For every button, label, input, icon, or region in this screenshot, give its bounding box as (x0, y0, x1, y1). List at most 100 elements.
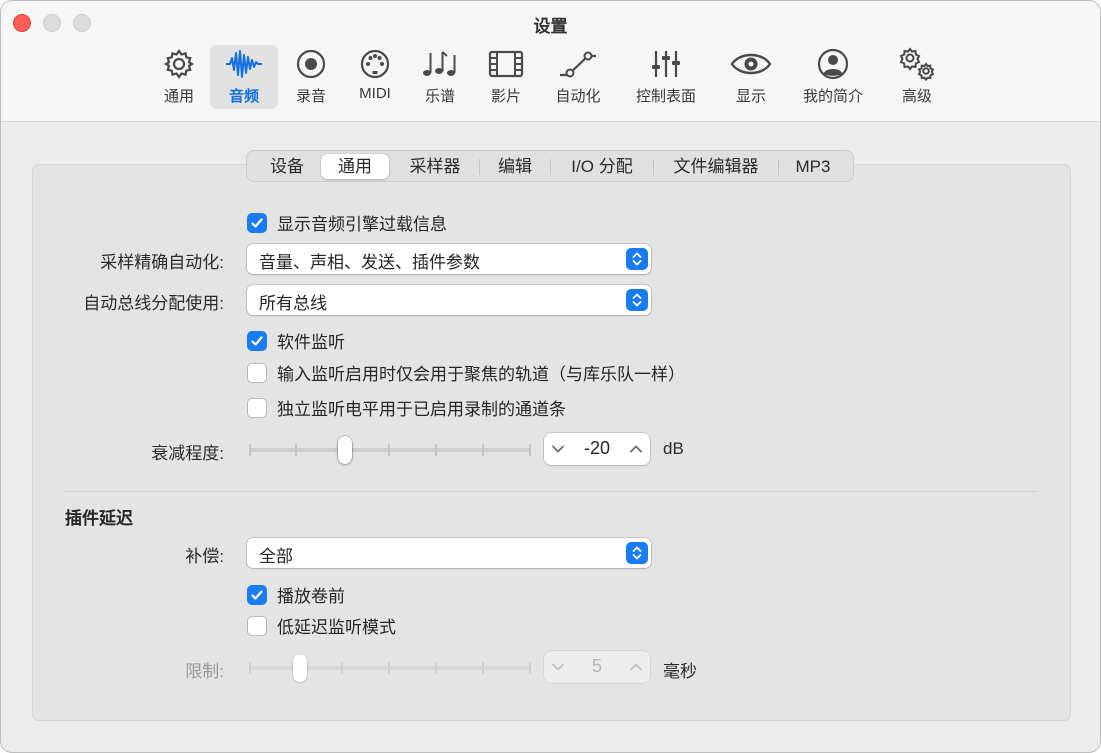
tab-file-editor[interactable]: 文件编辑器 (656, 154, 776, 179)
slider-knob[interactable] (338, 436, 352, 464)
show-overload-checkbox[interactable] (247, 213, 267, 233)
toolbar-label-recording: 录音 (296, 85, 326, 106)
toolbar-item-movie[interactable]: 影片 (479, 45, 533, 109)
window-title: 设置 (1, 12, 1100, 37)
independent-monitoring-label: 独立监听电平用于已启用录制的通道条 (277, 395, 566, 420)
toolbar-label-display: 显示 (736, 85, 766, 106)
toolbar-label-my-info: 我的简介 (803, 85, 863, 106)
show-overload-checkbox-row[interactable]: 显示音频引擎过载信息 (247, 210, 447, 235)
tab-separator (778, 159, 779, 175)
software-monitoring-checkbox[interactable] (247, 331, 267, 351)
slider-tick (529, 662, 531, 674)
auto-bus-value: 所有总线 (259, 289, 327, 314)
input-monitoring-focused-label: 输入监听启用时仅会用于聚焦的轨道（与库乐队一样） (277, 360, 685, 385)
limit-slider[interactable] (249, 653, 531, 683)
dim-level-stepper[interactable]: -20 (544, 433, 650, 465)
film-icon (488, 47, 524, 81)
auto-bus-assignment-select[interactable]: 所有总线 (247, 285, 651, 315)
midi-connector-icon (358, 47, 392, 81)
section-divider (65, 491, 1037, 492)
tab-mp3[interactable]: MP3 (781, 154, 845, 179)
auto-bus-label: 自动总线分配使用: (41, 289, 224, 314)
slider-tick (295, 444, 297, 456)
sample-accurate-value: 音量、声相、发送、插件参数 (259, 248, 480, 273)
slider-tick (435, 444, 437, 456)
toolbar-label-audio: 音频 (229, 85, 259, 106)
limit-unit: 毫秒 (663, 657, 697, 682)
tab-separator (653, 159, 654, 175)
slider-tick (249, 662, 251, 674)
chevron-up-icon[interactable] (626, 657, 646, 677)
slider-track (249, 448, 531, 452)
tab-general[interactable]: 通用 (321, 154, 389, 179)
low-latency-mode-checkbox-row[interactable]: 低延迟监听模式 (247, 613, 396, 638)
tab-editing[interactable]: 编辑 (482, 154, 548, 179)
dim-level-unit: dB (663, 439, 684, 459)
checkmark-icon (250, 588, 264, 602)
plugin-latency-heading: 插件延迟 (65, 504, 133, 529)
software-monitoring-label: 软件监听 (277, 328, 345, 353)
settings-toolbar: 通用 音频 录音 (1, 45, 1100, 111)
tab-devices[interactable]: 设备 (255, 154, 319, 179)
toolbar-label-score: 乐谱 (425, 85, 455, 106)
toolbar-label-automation: 自动化 (555, 85, 600, 106)
input-monitoring-focused-checkbox[interactable] (247, 363, 267, 383)
slider-tick (341, 662, 343, 674)
independent-monitoring-checkbox-row[interactable]: 独立监听电平用于已启用录制的通道条 (247, 395, 566, 420)
checkmark-icon (250, 216, 264, 230)
slider-tick (388, 662, 390, 674)
limit-label: 限制: (41, 657, 224, 682)
playback-preroll-checkbox[interactable] (247, 585, 267, 605)
toolbar-item-display[interactable]: 显示 (725, 45, 777, 109)
toolbar-label-midi: MIDI (359, 85, 391, 102)
eye-icon (730, 47, 772, 81)
playback-preroll-label: 播放卷前 (277, 582, 345, 607)
toolbar-item-my-info[interactable]: 我的简介 (797, 45, 869, 109)
toolbar-item-control-surfaces[interactable]: 控制表面 (629, 45, 703, 109)
updown-chevron-icon (626, 289, 648, 311)
automation-curve-icon (558, 47, 598, 81)
independent-monitoring-checkbox[interactable] (247, 398, 267, 418)
tab-sampler[interactable]: 采样器 (393, 154, 477, 179)
person-icon (816, 47, 850, 81)
sample-accurate-automation-select[interactable]: 音量、声相、发送、插件参数 (247, 244, 651, 274)
limit-stepper[interactable]: 5 (544, 651, 650, 683)
gear-icon (162, 47, 196, 81)
toolbar-item-recording[interactable]: 录音 (284, 45, 338, 109)
slider-track (249, 666, 531, 670)
dim-level-slider[interactable] (249, 435, 531, 465)
chevron-up-icon[interactable] (626, 439, 646, 459)
compensation-value: 全部 (259, 542, 293, 567)
show-overload-label: 显示音频引擎过载信息 (277, 210, 447, 235)
updown-chevron-icon (626, 248, 648, 270)
slider-tick (482, 662, 484, 674)
settings-window: 设置 通用 (0, 0, 1101, 753)
toolbar-label-movie: 影片 (491, 85, 521, 106)
toolbar-item-advanced[interactable]: 高级 (891, 45, 943, 109)
gears-icon (896, 46, 938, 82)
record-icon (294, 47, 328, 81)
playback-preroll-checkbox-row[interactable]: 播放卷前 (247, 582, 345, 607)
low-latency-mode-checkbox[interactable] (247, 616, 267, 636)
toolbar-label-general: 通用 (164, 85, 194, 106)
slider-tick (529, 444, 531, 456)
toolbar-label-control-surfaces: 控制表面 (636, 85, 696, 106)
toolbar-item-midi[interactable]: MIDI (347, 45, 403, 109)
toolbar-item-audio[interactable]: 音频 (210, 45, 278, 109)
waveform-icon (224, 47, 264, 81)
slider-knob[interactable] (293, 654, 307, 682)
input-monitoring-focused-checkbox-row[interactable]: 输入监听启用时仅会用于聚焦的轨道（与库乐队一样） (247, 360, 685, 385)
slider-tick (435, 662, 437, 674)
toolbar-item-general[interactable]: 通用 (151, 45, 207, 109)
toolbar-label-advanced: 高级 (902, 85, 932, 106)
toolbar-item-automation[interactable]: 自动化 (547, 45, 609, 109)
toolbar-item-score[interactable]: 乐谱 (413, 45, 467, 109)
checkmark-icon (250, 334, 264, 348)
dim-level-label: 衰减程度: (41, 439, 224, 464)
low-latency-mode-label: 低延迟监听模式 (277, 613, 396, 638)
audio-settings-tabs: 设备 通用 采样器 编辑 I/O 分配 文件编辑器 MP3 (246, 150, 854, 182)
slider-tick (249, 444, 251, 456)
software-monitoring-checkbox-row[interactable]: 软件监听 (247, 328, 345, 353)
compensation-select[interactable]: 全部 (247, 538, 651, 568)
tab-io-assignments[interactable]: I/O 分配 (553, 154, 651, 179)
